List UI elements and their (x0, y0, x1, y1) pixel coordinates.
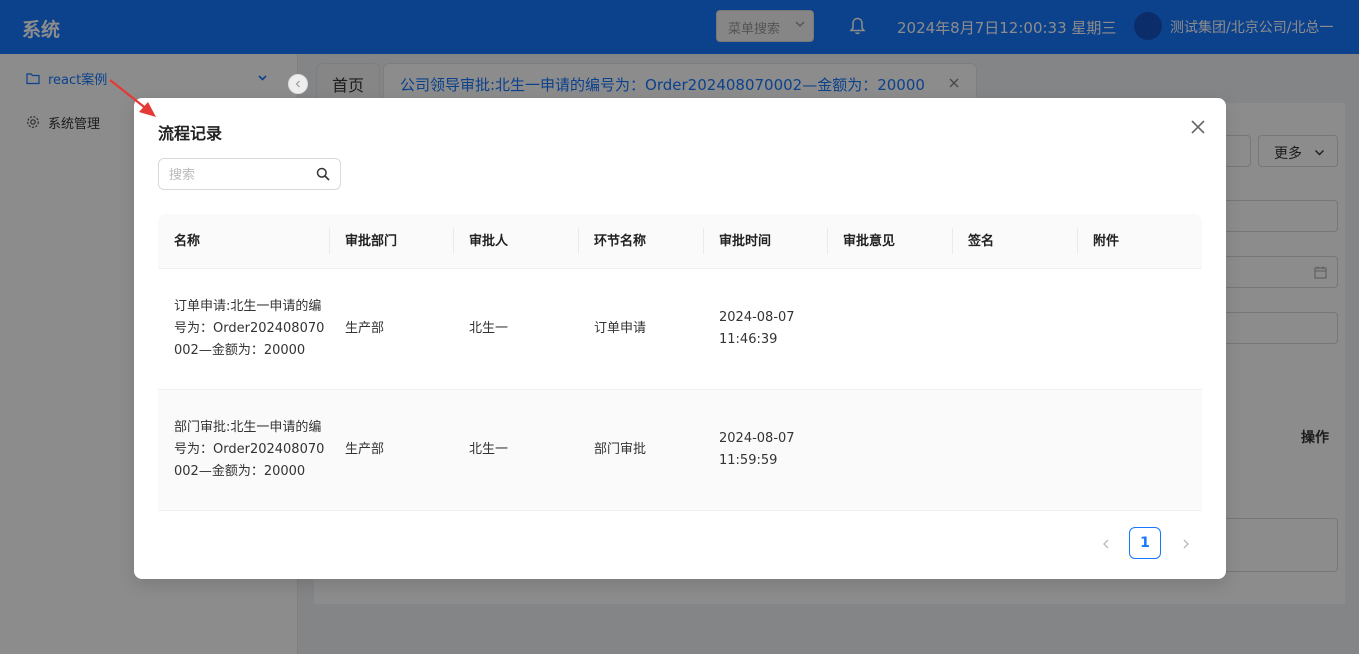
cell-time: 2024-08-07 11:46:39 (703, 269, 823, 389)
modal-title: 流程记录 (158, 124, 223, 143)
cell-dept: 生产部 (345, 321, 385, 336)
column-header-step: 环节名称 (578, 214, 646, 269)
chevron-left-icon (295, 80, 300, 88)
table-row: 部门审批:北生一申请的编号为：Order202408070002—金额为：200… (158, 390, 1202, 511)
process-record-modal: 流程记录 名称 审批部门 审批人 环节名称 审批时间 审批意见 签名 附件 订单… (134, 98, 1226, 579)
cell-step: 部门审批 (594, 442, 647, 457)
cell-time-date: 2024-08-07 (719, 431, 795, 446)
column-header-opinion: 审批意见 (827, 214, 895, 269)
pagination-prev-icon[interactable] (1096, 534, 1116, 554)
cell-name: 订单申请:北生一申请的编号为：Order202408070002—金额为：200… (174, 299, 325, 358)
cell-name: 部门审批:北生一申请的编号为：Order202408070002—金额为：200… (174, 420, 325, 479)
cell-time-date: 2024-08-07 (719, 310, 795, 325)
cell-time-clock: 11:59:59 (719, 453, 778, 468)
close-icon[interactable] (1190, 119, 1206, 135)
table-row: 订单申请:北生一申请的编号为：Order202408070002—金额为：200… (158, 269, 1202, 390)
cell-opinion (827, 269, 843, 389)
cell-approver: 北生一 (469, 321, 509, 336)
cell-approver: 北生一 (469, 442, 509, 457)
column-header-signature: 签名 (952, 214, 994, 269)
pagination-next-icon[interactable] (1176, 534, 1196, 554)
cell-time: 2024-08-07 11:59:59 (703, 390, 823, 510)
cell-opinion (827, 390, 843, 510)
search-box[interactable] (158, 158, 341, 190)
table-header: 名称 审批部门 审批人 环节名称 审批时间 审批意见 签名 附件 (158, 214, 1202, 269)
cell-dept: 生产部 (345, 442, 385, 457)
cell-time-clock: 11:46:39 (719, 332, 778, 347)
cell-attachment (1077, 269, 1093, 389)
cell-signature (952, 269, 968, 389)
column-header-time: 审批时间 (703, 214, 771, 269)
pagination-page-1[interactable]: 1 (1129, 527, 1161, 559)
cell-step: 订单申请 (594, 321, 647, 336)
column-header-approver: 审批人 (453, 214, 508, 269)
cell-signature (952, 390, 968, 510)
column-header-name: 名称 (174, 234, 201, 249)
search-icon[interactable] (316, 167, 330, 181)
process-record-table: 名称 审批部门 审批人 环节名称 审批时间 审批意见 签名 附件 订单申请:北生… (158, 214, 1202, 511)
column-header-attachment: 附件 (1077, 214, 1119, 269)
column-header-dept: 审批部门 (329, 214, 397, 269)
search-input[interactable] (169, 165, 309, 185)
sidebar-collapse-button[interactable] (288, 74, 308, 94)
cell-attachment (1077, 390, 1093, 510)
